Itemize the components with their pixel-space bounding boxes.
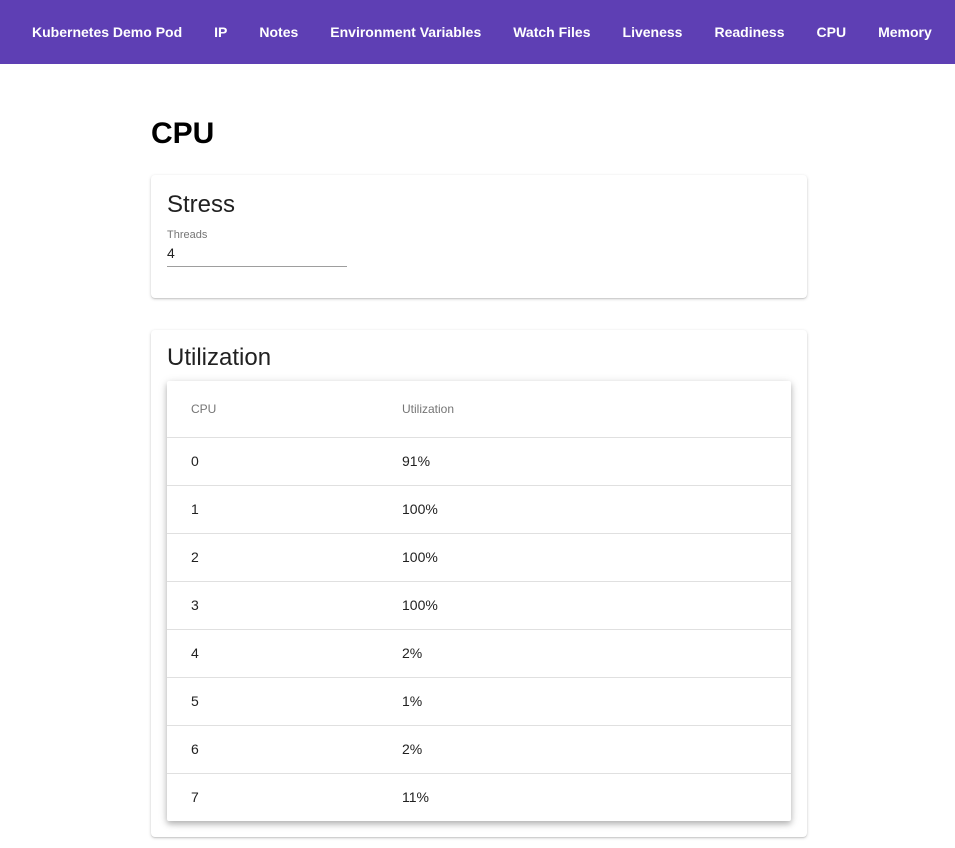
utilization-cell: 2%	[378, 725, 791, 774]
table-row: 4 2%	[167, 629, 791, 678]
stress-card-title: Stress	[167, 191, 236, 218]
table-row: 1 100%	[167, 485, 791, 534]
table-row: 3 100%	[167, 581, 791, 630]
table-row: 6 2%	[167, 725, 791, 774]
column-header-cpu: CPU	[167, 381, 378, 438]
nav-liveness[interactable]: Liveness	[607, 14, 699, 50]
utilization-card-title: Utilization	[167, 344, 272, 371]
table-row: 0 91%	[167, 437, 791, 486]
utilization-cell: 100%	[378, 485, 791, 534]
app-bar: Kubernetes Demo Pod IP Notes Environment…	[0, 0, 955, 64]
utilization-cell: 100%	[378, 581, 791, 630]
threads-label: Threads	[167, 229, 208, 241]
table-header-row: CPU Utilization	[167, 381, 791, 438]
cpu-cell: 3	[167, 581, 378, 630]
table-row: 2 100%	[167, 533, 791, 582]
column-header-utilization: Utilization	[378, 381, 791, 438]
nav-watch-files[interactable]: Watch Files	[497, 14, 606, 50]
stress-card: Stress Threads	[151, 175, 807, 298]
utilization-cell: 1%	[378, 677, 791, 726]
cpu-cell: 4	[167, 629, 378, 678]
utilization-cell: 2%	[378, 629, 791, 678]
utilization-cell: 91%	[378, 437, 791, 486]
utilization-cell: 11%	[402, 789, 429, 806]
page-title: CPU	[151, 117, 215, 150]
nav-cpu[interactable]: CPU	[801, 14, 863, 50]
nav-home[interactable]: Kubernetes Demo Pod	[16, 14, 198, 50]
nav-ip[interactable]: IP	[198, 14, 243, 50]
table-row: 5 1%	[167, 677, 791, 726]
nav-readiness[interactable]: Readiness	[698, 14, 800, 50]
utilization-table: CPU Utilization 0 91% 1 100% 2 100% 3 10…	[167, 381, 791, 821]
cpu-cell: 7	[191, 789, 199, 806]
nav-environment-variables[interactable]: Environment Variables	[314, 14, 497, 50]
main-content: CPU Stress Threads Utilization CPU Utili…	[151, 64, 807, 837]
table-row: 7 11%	[167, 773, 791, 821]
cpu-cell: 5	[167, 677, 378, 726]
threads-field: Threads	[167, 225, 347, 267]
utilization-cell: 100%	[378, 533, 791, 582]
cpu-cell: 1	[167, 485, 378, 534]
cpu-cell: 0	[167, 437, 378, 486]
cpu-cell: 6	[167, 725, 378, 774]
threads-input[interactable]	[167, 243, 347, 267]
utilization-card: Utilization CPU Utilization 0 91% 1 100%…	[151, 330, 807, 837]
nav-memory[interactable]: Memory	[862, 14, 948, 50]
cpu-cell: 2	[167, 533, 378, 582]
nav-notes[interactable]: Notes	[243, 14, 314, 50]
